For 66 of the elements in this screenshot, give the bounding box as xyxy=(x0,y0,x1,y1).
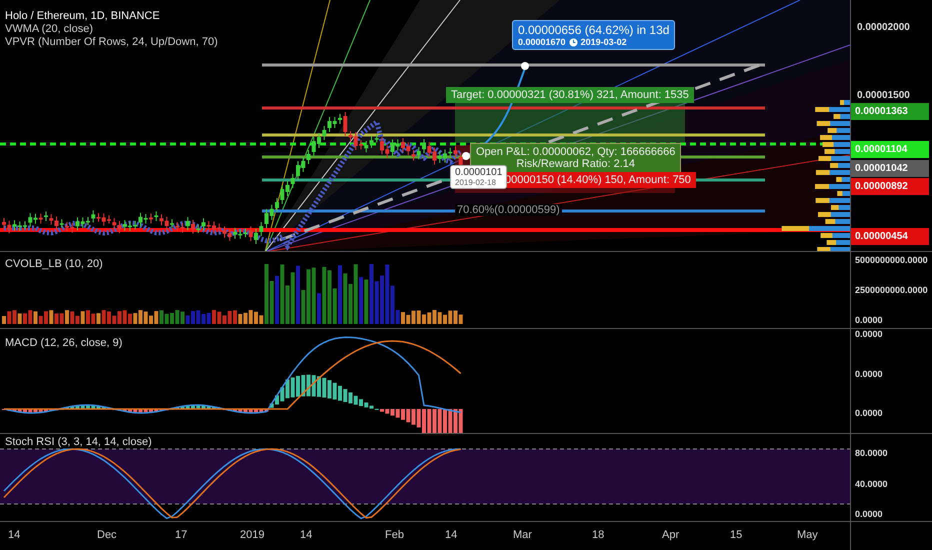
projection-change: 0.00000656 (64.62%) in 13d xyxy=(518,23,670,37)
volume-profile-bar xyxy=(824,149,850,154)
price-tag: 0.00001363 xyxy=(851,103,929,120)
time-label: May xyxy=(797,529,818,541)
price-tag: 0.00001104 xyxy=(851,141,929,158)
time-label: 15 xyxy=(730,529,742,541)
projection-price: 0.00001670 xyxy=(518,37,566,47)
volume-profile-bar xyxy=(816,198,850,203)
price-tag: 0.00001042 xyxy=(851,160,929,177)
indicator-tick: 40.0000 xyxy=(855,478,889,488)
volume-profile-bar xyxy=(782,226,850,231)
volume-profile-bar xyxy=(836,177,850,182)
price-tag: 0.00000454 xyxy=(851,228,929,245)
fibonacci-level-label: 70.60%(0.00000599) xyxy=(455,204,562,216)
time-label: 14 xyxy=(300,529,312,541)
volume-profile-bar xyxy=(820,135,850,140)
time-label: Feb xyxy=(385,529,404,541)
time-label: 14 xyxy=(8,529,20,541)
time-label: 18 xyxy=(592,529,604,541)
price-tick: 0.00002000 xyxy=(857,22,910,33)
time-label: Mar xyxy=(513,529,532,541)
time-label: 14 xyxy=(445,529,458,541)
indicator-title: MACD (12, 26, close, 9) xyxy=(5,337,122,349)
time-label: 17 xyxy=(175,529,188,541)
time-label: Dec xyxy=(97,529,117,541)
volume-profile-bar xyxy=(822,142,850,147)
indicator-tick: 5000000000.0000 xyxy=(855,255,929,265)
open-pnl-text: Open P&L: 0.00000062, Qty: 166666666 xyxy=(476,146,676,158)
indicator-tick: 80.0000 xyxy=(855,448,889,458)
indicator-tick: 0.0000 xyxy=(855,509,884,519)
chart-title: Holo / Ethereum, 1D, BINANCE xyxy=(5,10,161,22)
indicator-title: CVOLB_LB (10, 20) xyxy=(5,258,103,270)
indicator-tick: 0.0000 xyxy=(855,315,884,325)
risk-reward-text: Risk/Reward Ratio: 2.14 xyxy=(516,158,635,170)
volume-profile-bar xyxy=(815,107,850,112)
volume-profile-bar xyxy=(817,247,850,251)
volume-profile-bar xyxy=(816,121,850,126)
projection-date: 2019-03-02 xyxy=(580,37,627,47)
indicator-label: VWMA (20, close) xyxy=(5,23,94,35)
volume-profile-bar xyxy=(834,114,850,119)
volume-profile-bar xyxy=(818,156,850,161)
volume-profile-bar xyxy=(826,240,850,245)
indicator-tick: 0.0000 xyxy=(855,329,884,339)
volume-profile-bar xyxy=(831,205,850,210)
volume-profile-bar xyxy=(840,100,850,105)
time-label: Apr xyxy=(662,529,680,541)
volume-profile-bar xyxy=(815,184,850,189)
indicator-label: VPVR (Number Of Rows, 24, Up/Down, 70) xyxy=(5,36,218,48)
volume-profile-bar xyxy=(830,163,850,168)
clock-icon xyxy=(568,38,578,46)
volume-profile-bar xyxy=(828,128,850,133)
cursor-date: 2019-02-18 xyxy=(455,178,497,187)
volume-profile-bar xyxy=(820,233,850,238)
price-tick: 0.00001500 xyxy=(857,90,910,101)
indicator-tick: 2500000000.0000 xyxy=(855,285,929,295)
volume-profile-bar xyxy=(818,212,850,217)
indicator-title: Stoch RSI (3, 3, 14, 14, close) xyxy=(5,436,152,448)
indicator-tick: 0.0000 xyxy=(855,368,884,378)
volume-profile-bar xyxy=(837,191,850,196)
volume-profile-bar xyxy=(825,219,850,224)
price-tag: 0.00000892 xyxy=(851,178,929,195)
volume-profile-bar xyxy=(816,170,850,175)
indicator-tick: 0.0000 xyxy=(855,408,884,418)
target-label: Target: 0.00000321 (30.81%) 321, Amount: 1535 xyxy=(446,87,694,103)
cursor-price: 0.0000101 xyxy=(455,167,502,178)
time-label: 2019 xyxy=(240,529,264,541)
